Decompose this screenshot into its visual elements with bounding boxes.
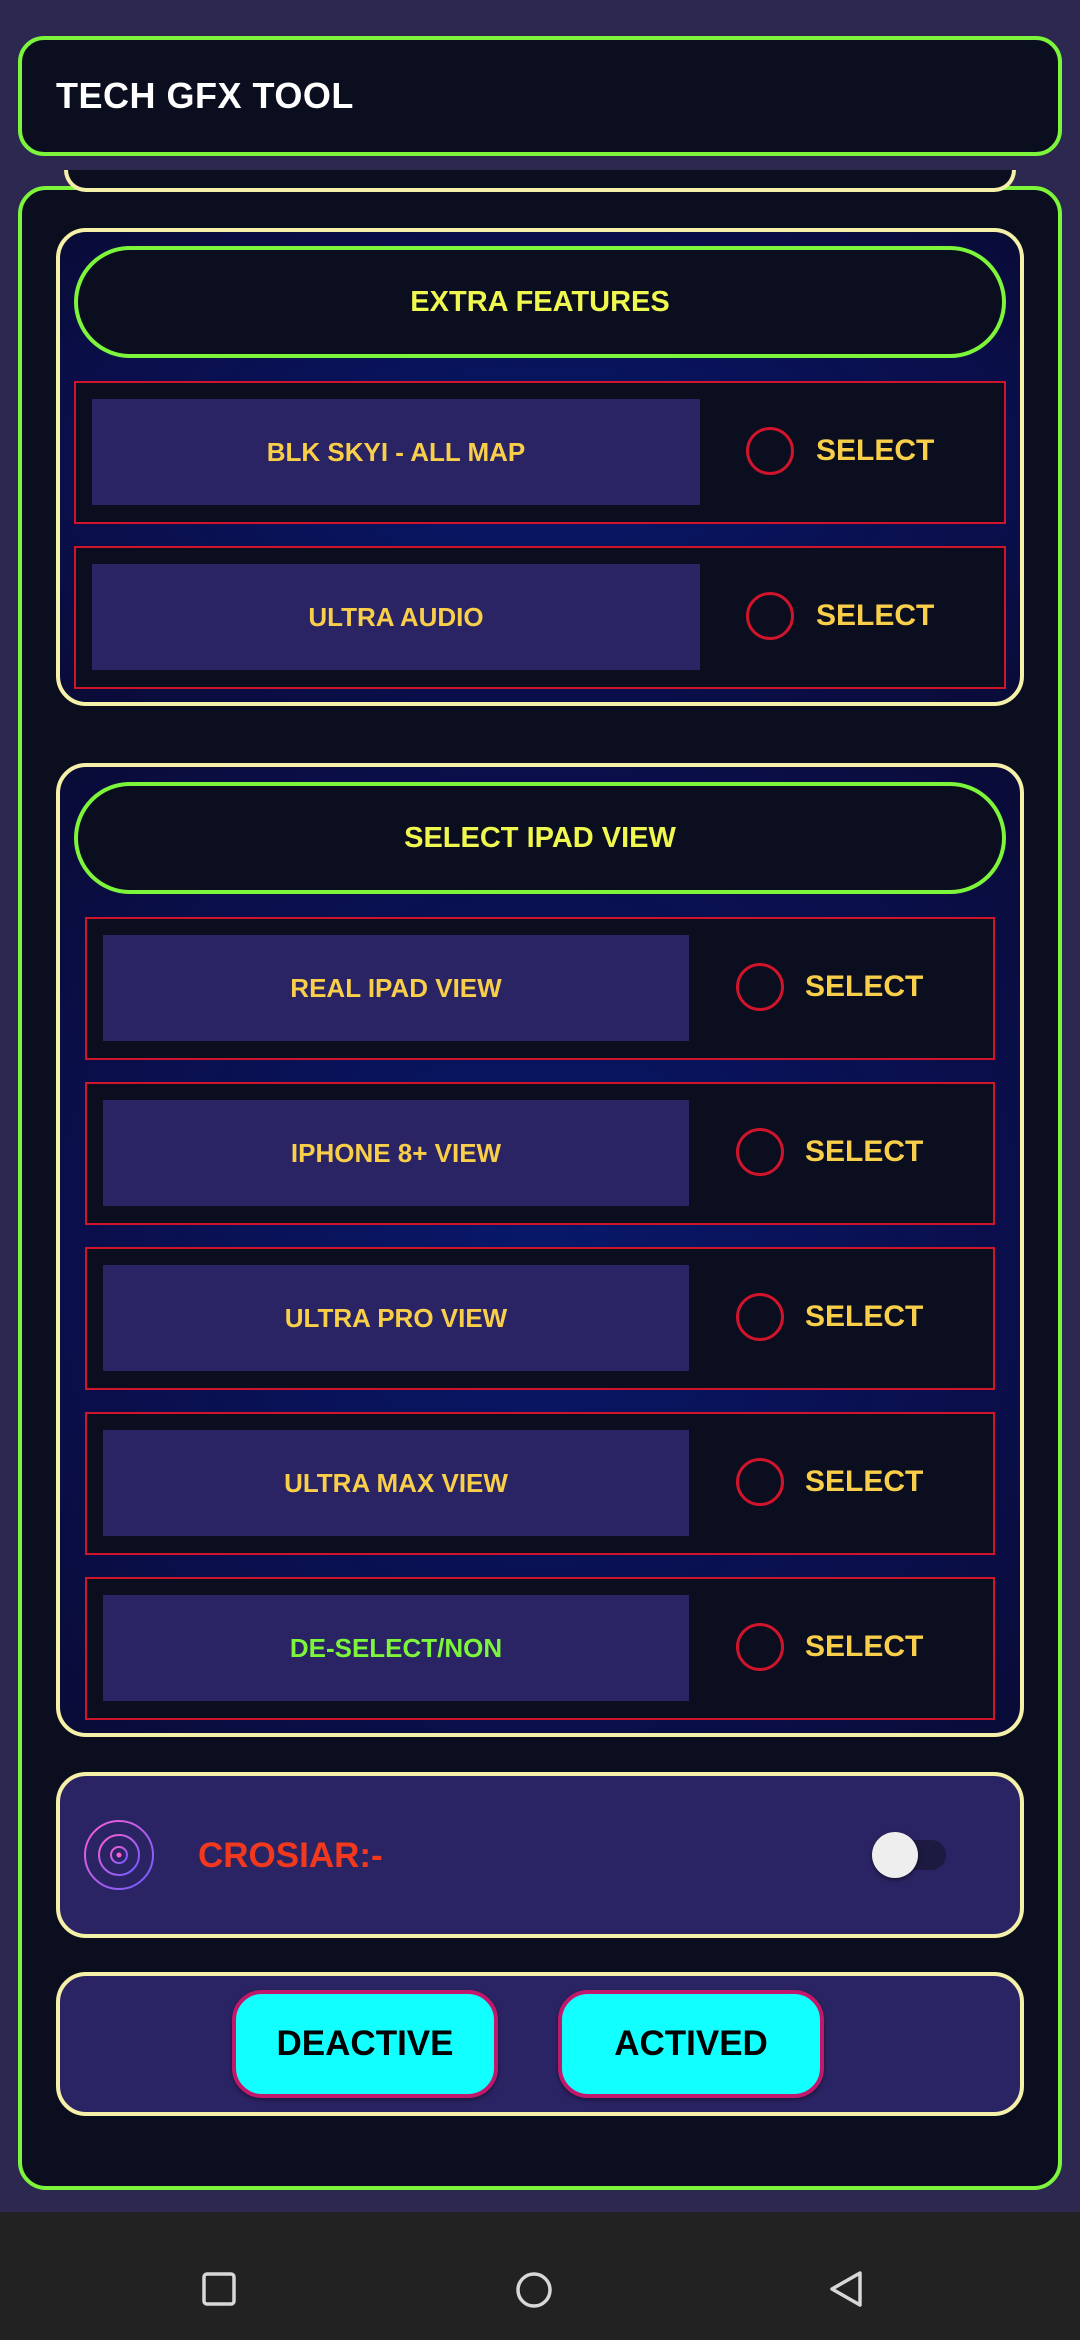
option-label-real-ipad[interactable]: REAL IPAD VIEW [103, 935, 689, 1041]
recents-square-icon[interactable] [202, 2272, 236, 2306]
select-label-iphone-8plus[interactable]: SELECT [805, 1128, 923, 1176]
deactive-button[interactable]: DEACTIVE [232, 1990, 498, 2098]
actived-button[interactable]: ACTIVED [558, 1990, 824, 2098]
select-label-ultra-audio[interactable]: SELECT [816, 592, 934, 640]
crosshair-icon [74, 1810, 164, 1900]
back-triangle-icon[interactable] [828, 2270, 864, 2308]
radio-deselect[interactable] [736, 1623, 784, 1671]
extra-features-title: EXTRA FEATURES [74, 246, 1006, 358]
crosshair-label: CROSIAR:- [198, 1836, 383, 1875]
app-header: TECH GFX TOOL [18, 36, 1062, 156]
option-label-iphone-8plus[interactable]: IPHONE 8+ VIEW [103, 1100, 689, 1206]
radio-ultra-max[interactable] [736, 1458, 784, 1506]
select-label-ultra-pro[interactable]: SELECT [805, 1293, 923, 1341]
system-nav-bar [0, 2212, 1080, 2340]
action-panel [56, 1972, 1024, 2116]
crosshair-toggle[interactable] [872, 1832, 918, 1878]
scrolled-panel-edge [64, 170, 1016, 192]
select-label-deselect[interactable]: SELECT [805, 1623, 923, 1671]
radio-iphone-8plus[interactable] [736, 1128, 784, 1176]
ipad-view-title: SELECT IPAD VIEW [74, 782, 1006, 894]
option-label-ultra-pro[interactable]: ULTRA PRO VIEW [103, 1265, 689, 1371]
radio-ultra-audio[interactable] [746, 592, 794, 640]
option-label-ultra-audio[interactable]: ULTRA AUDIO [92, 564, 700, 670]
select-label-ultra-max[interactable]: SELECT [805, 1458, 923, 1506]
radio-real-ipad[interactable] [736, 963, 784, 1011]
radio-ultra-pro[interactable] [736, 1293, 784, 1341]
home-circle-icon[interactable] [515, 2271, 553, 2309]
app-title: TECH GFX TOOL [56, 75, 354, 116]
select-label-blk-sky[interactable]: SELECT [816, 427, 934, 475]
option-label-deselect[interactable]: DE-SELECT/NON [103, 1595, 689, 1701]
option-label-ultra-max[interactable]: ULTRA MAX VIEW [103, 1430, 689, 1536]
radio-blk-sky[interactable] [746, 427, 794, 475]
option-label-blk-sky[interactable]: BLK SKYI - ALL MAP [92, 399, 700, 505]
select-label-real-ipad[interactable]: SELECT [805, 963, 923, 1011]
